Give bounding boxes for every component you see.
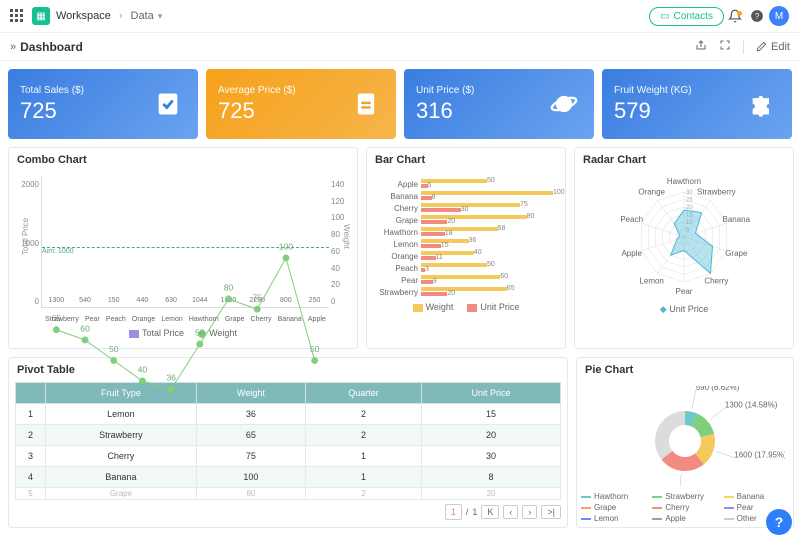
table-pager: 1 / 1 K ‹ › >| [9,500,567,524]
svg-text:30: 30 [686,190,693,196]
panel-title: Pie Chart [577,358,793,382]
svg-text:Banana: Banana [723,215,751,224]
pie-chart-panel: Pie Chart 590 (6.62%) 1300 (14.58%) 1600 (… [576,357,794,528]
svg-text:100: 100 [279,241,294,251]
panel-title: Radar Chart [575,148,793,172]
pager-prev-button[interactable]: ‹ [503,505,518,519]
panel-title: Bar Chart [367,148,565,172]
legend-item[interactable]: Banana [724,492,789,501]
radar-legend: ◆ Unit Price [575,302,793,319]
svg-text:50: 50 [109,344,119,354]
y-axis-right-label: Weight [342,224,351,249]
svg-text:Peach: Peach [620,215,643,224]
chevron-down-icon[interactable]: ▾ [158,11,163,22]
workspace-badge-icon: ▦ [32,7,50,25]
stat-cards-row: Total Sales ($) 725 Average Price ($) 72… [0,61,800,147]
apps-grid-icon[interactable] [10,9,24,23]
check-doc-icon [154,90,182,118]
svg-text:75: 75 [252,293,262,303]
svg-text:Pear: Pear [676,287,693,296]
sub-header: » Dashboard Edit [0,33,800,61]
svg-text:1300 (14.58%): 1300 (14.58%) [725,401,778,410]
fullscreen-icon[interactable] [719,39,731,54]
topbar: ▦ Workspace › Data ▾ ▭ Contacts ? M [0,0,800,33]
breadcrumb-page[interactable]: Data [131,10,154,22]
breadcrumb-workspace[interactable]: Workspace [56,10,111,22]
svg-text:25: 25 [686,198,693,204]
pager-first-button[interactable]: K [481,505,499,519]
svg-text:Strawberry: Strawberry [697,188,736,197]
svg-text:1600 (17.95%): 1600 (17.95%) [734,451,785,460]
panel-title: Combo Chart [9,148,357,172]
notifications-icon[interactable] [724,9,746,23]
combo-chart-panel: Combo Chart Total Price Weight 200010000… [8,147,358,349]
puzzle-icon [748,90,776,118]
help-icon[interactable]: ? [746,9,768,23]
bar-chart-panel: Bar Chart Apple505Banana1008Cherry7530Gr… [366,147,566,349]
svg-text:?: ? [755,12,760,21]
table-row[interactable]: 4Banana10018 [16,467,561,488]
svg-text:36: 36 [166,373,176,383]
legend-item[interactable]: Cherry [652,503,717,512]
card-unit-price[interactable]: Unit Price ($) 316 [404,69,594,139]
breadcrumb-sep-icon: › [119,10,123,22]
svg-text:Hawthorn: Hawthorn [667,177,701,186]
legend-item[interactable]: Strawberry [652,492,717,501]
legend-item[interactable]: Lemon [581,514,646,523]
card-avg-price[interactable]: Average Price ($) 725 [206,69,396,139]
bar-row: Grape8020 [375,214,553,226]
bar-row: Lemon3615 [375,238,553,250]
pager-last-button[interactable]: >| [541,505,561,519]
bar-row: Hawthorn5818 [375,226,553,238]
svg-text:80: 80 [224,282,234,292]
bar-row: Strawberry6520 [375,286,553,298]
radar-chart-panel: Radar Chart 51015202530HawthornStrawberr… [574,147,794,349]
contacts-label: Contacts [674,11,713,22]
svg-text:Grape: Grape [725,249,748,258]
svg-text:50: 50 [310,344,320,354]
bar-legend: Weight Unit Price [373,300,559,316]
file-icon [352,90,380,118]
y-axis-left-label: Total Price [21,218,30,255]
contacts-button[interactable]: ▭ Contacts [649,7,724,26]
svg-text:Orange: Orange [638,188,665,197]
svg-text:60: 60 [80,323,90,333]
svg-text:58: 58 [195,327,205,337]
bar-row: Apple505 [375,178,553,190]
pager-total: 1 [472,507,477,517]
svg-text:Lemon: Lemon [639,276,663,285]
planet-icon [550,90,578,118]
bar-row: Peach503 [375,262,553,274]
bar-row: Orange4011 [375,250,553,262]
page-title: Dashboard [20,40,83,54]
avatar[interactable]: M [768,6,790,26]
collapse-icon[interactable]: » [10,41,16,53]
legend-item[interactable]: Grape [581,503,646,512]
share-icon[interactable] [695,39,707,54]
svg-text:Cherry: Cherry [704,276,728,285]
legend-item[interactable]: Hawthorn [581,492,646,501]
card-total-sales[interactable]: Total Sales ($) 725 [8,69,198,139]
pager-next-button[interactable]: › [522,505,537,519]
card-fruit-weight[interactable]: Fruit Weight (KG) 579 [602,69,792,139]
svg-text:590 (6.62%): 590 (6.62%) [696,386,740,392]
pager-current[interactable]: 1 [445,504,462,520]
svg-text:40: 40 [138,364,148,374]
edit-button[interactable]: Edit [756,41,790,53]
contacts-icon: ▭ [660,11,669,22]
svg-text:Apple: Apple [621,249,642,258]
bar-row: Pear609 [375,274,553,286]
help-fab-button[interactable]: ? [766,509,792,535]
legend-item[interactable]: Apple [652,514,717,523]
